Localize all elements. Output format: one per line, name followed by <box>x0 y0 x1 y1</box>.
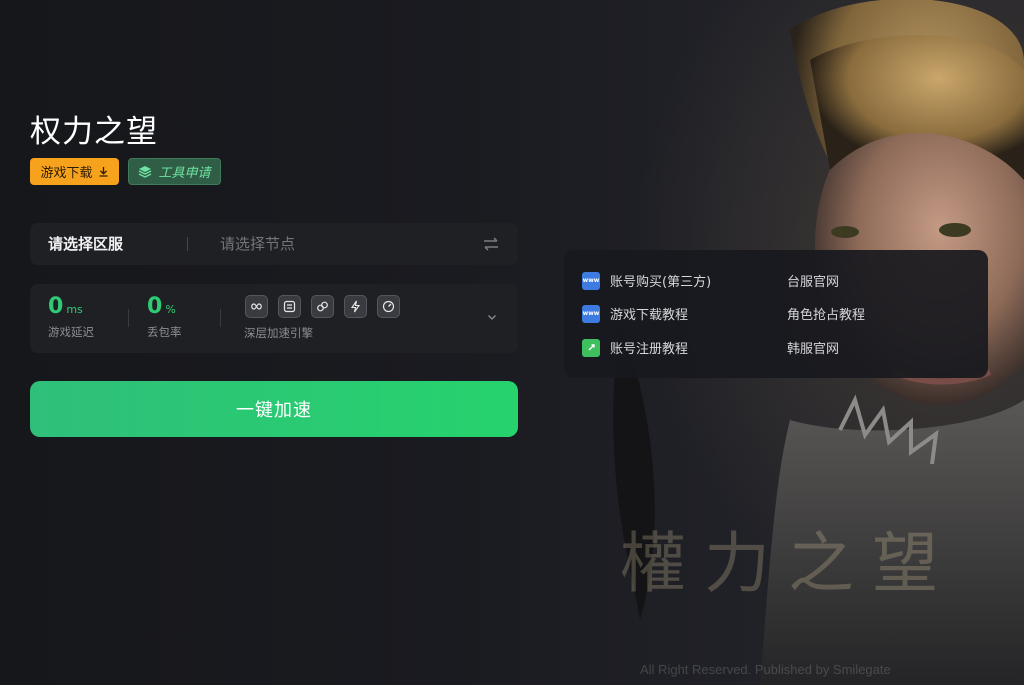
link-role-tutorial[interactable]: 角色抢占教程 <box>787 304 865 323</box>
game-download-button[interactable]: 游戏下载 <box>30 158 119 185</box>
game-download-label: 游戏下载 <box>40 166 93 181</box>
stats-divider <box>220 309 221 327</box>
link-register-tutorial-label: 账号注册教程 <box>610 342 689 357</box>
swap-icon[interactable] <box>482 235 500 253</box>
chevron-down-icon[interactable] <box>486 311 498 323</box>
engine-icons <box>245 295 400 318</box>
latency-value: 0 ms <box>48 294 83 319</box>
download-icon <box>99 167 107 177</box>
packet-loss-value: 0% <box>147 294 176 319</box>
link-kr-official-site[interactable]: 韩服官网 <box>787 338 839 357</box>
speed-icon <box>377 295 400 318</box>
link-account-buy-label: 账号购买(第三方) <box>610 275 712 290</box>
tool-icon <box>139 165 152 178</box>
boost-icon <box>344 295 367 318</box>
stats-divider <box>128 309 129 327</box>
packet-loss-unit: % <box>165 303 176 316</box>
one-click-accelerate-button[interactable]: 一键加速 <box>30 381 518 437</box>
link-icon <box>582 338 600 357</box>
packet-loss-label: 丢包率 <box>147 325 182 339</box>
copyright-text: All Right Reserved. Published by Smilega… <box>640 662 891 677</box>
link-tw-official-site[interactable]: 台服官网 <box>787 271 839 290</box>
link-download-tutorial-label: 游戏下载教程 <box>610 308 689 323</box>
server-node-selector: 请选择区服 请选择节点 <box>30 223 518 265</box>
latency-label: 游戏延迟 <box>48 325 94 339</box>
link-download-tutorial[interactable]: www 游戏下载教程 <box>582 304 688 323</box>
link-icon <box>311 295 334 318</box>
tool-apply-button[interactable]: 工具申请 <box>128 158 221 185</box>
www-icon: www <box>582 304 600 323</box>
tool-apply-label: 工具申请 <box>158 166 211 181</box>
link-register-tutorial[interactable]: 账号注册教程 <box>582 338 688 357</box>
node-select[interactable]: 请选择节点 <box>220 223 295 265</box>
link-account-buy[interactable]: www 账号购买(第三方) <box>582 271 711 290</box>
selector-divider <box>187 237 188 251</box>
acceleration-stats: 0 ms 游戏延迟 0% 丢包率 深层加速引擎 <box>30 284 518 353</box>
loop-icon <box>245 295 268 318</box>
www-icon: www <box>582 271 600 290</box>
route-icon <box>278 295 301 318</box>
engine-label: 深层加速引擎 <box>244 326 313 340</box>
game-title: 权力之望 <box>30 114 158 150</box>
region-select[interactable]: 请选择区服 <box>48 223 123 265</box>
quick-links-panel: www 账号购买(第三方) www 游戏下载教程 账号注册教程 台服官网 角色抢… <box>564 250 988 378</box>
game-logo-watermark: 權力之望 <box>620 525 956 602</box>
latency-unit: ms <box>66 303 83 316</box>
